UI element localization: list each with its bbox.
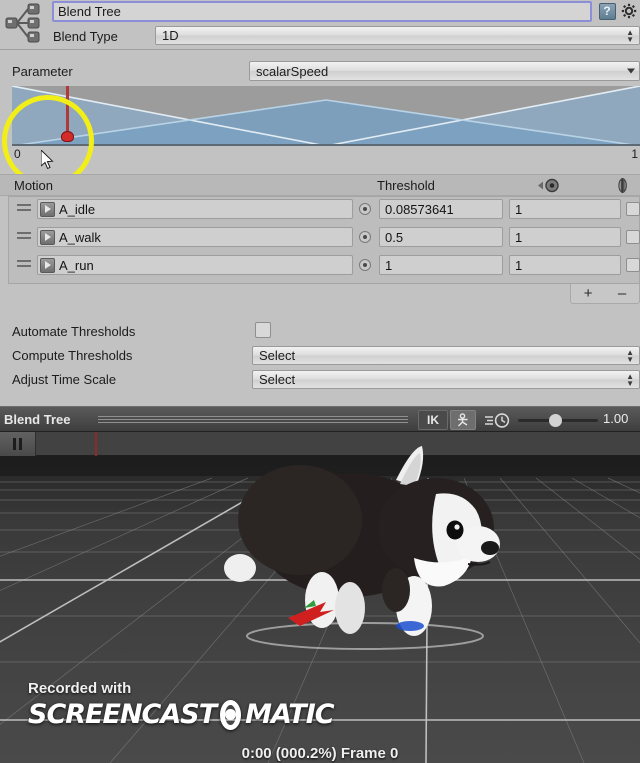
- preview-toolbar: Blend Tree IK 1.00: [0, 406, 640, 432]
- graph-axis: 0 1: [12, 147, 640, 164]
- table-row[interactable]: A_idle 0.08573641 1: [9, 197, 640, 223]
- blend-tree-inspector: ? Blend Type 1D ▲▼ Parameter: [0, 0, 640, 406]
- playback-speed-icon: [484, 412, 512, 429]
- watermark-recorded-label: Recorded with: [28, 680, 132, 697]
- column-header-motion: Motion: [14, 178, 54, 193]
- unity-editor-window: ? Blend Type 1D ▲▼ Parameter: [0, 0, 640, 763]
- threshold-input[interactable]: 0.5: [379, 227, 503, 247]
- watermark-dot-icon: [220, 699, 242, 730]
- frame-status-text: 0:00 (000.2%) Frame 0: [241, 745, 399, 762]
- animation-clip-icon: [40, 257, 55, 273]
- blend-graph-curves: [12, 86, 640, 146]
- blend-type-dropdown[interactable]: 1D ▲ ▼: [155, 26, 640, 45]
- help-button[interactable]: ?: [598, 2, 616, 20]
- help-icon: ?: [598, 2, 616, 20]
- motion-field[interactable]: A_idle: [37, 199, 353, 219]
- column-header-threshold: Threshold: [377, 178, 435, 193]
- graph-playhead-handle[interactable]: [61, 131, 74, 142]
- ik-toggle-button[interactable]: IK: [418, 410, 448, 430]
- object-picker-icon[interactable]: [359, 231, 371, 243]
- adjust-time-scale-value: Select: [259, 372, 296, 387]
- threshold-input[interactable]: 0.08573641: [379, 199, 503, 219]
- toolbar-grip: [98, 416, 408, 425]
- compute-thresholds-dropdown[interactable]: Select ▲ ▼: [252, 346, 640, 365]
- mirror-icon: [615, 177, 633, 197]
- motion-field[interactable]: A_run: [37, 255, 353, 275]
- motion-name: A_walk: [59, 229, 101, 245]
- speed-input[interactable]: 1: [509, 227, 621, 247]
- drag-handle[interactable]: [17, 260, 31, 270]
- animated-character-model: [200, 440, 530, 650]
- chevron-down-icon: [627, 68, 635, 74]
- table-row[interactable]: A_run 1 1: [9, 253, 640, 279]
- avatar-icon[interactable]: [450, 410, 476, 430]
- asset-name-row: [52, 1, 592, 22]
- adjust-time-scale-dropdown[interactable]: Select ▲ ▼: [252, 370, 640, 389]
- drag-handle[interactable]: [17, 232, 31, 242]
- mirror-checkbox[interactable]: [626, 258, 640, 272]
- mouse-cursor-icon: [40, 148, 55, 170]
- blend-tree-icon: [4, 2, 44, 46]
- remove-motion-button[interactable]: –: [618, 286, 626, 301]
- settings-button[interactable]: [620, 2, 638, 20]
- motion-name: A_run: [59, 257, 94, 273]
- animation-clip-icon: [40, 229, 55, 245]
- speed-input[interactable]: 1: [509, 199, 621, 219]
- watermark-brand-right: MATIC: [245, 699, 334, 730]
- divider: [0, 49, 640, 50]
- automate-thresholds-label: Automate Thresholds: [12, 324, 136, 339]
- mirror-checkbox[interactable]: [626, 230, 640, 244]
- parameter-label: Parameter: [12, 64, 73, 79]
- threshold-input[interactable]: 1: [379, 255, 503, 275]
- motion-table-header: Motion Threshold: [0, 174, 640, 196]
- updown-arrows-icon: ▲ ▼: [626, 347, 634, 364]
- drag-handle[interactable]: [17, 204, 31, 214]
- mirror-checkbox[interactable]: [626, 202, 640, 216]
- blend-type-label: Blend Type: [53, 29, 118, 44]
- playback-speed-value: 1.00: [603, 411, 629, 426]
- compute-thresholds-label: Compute Thresholds: [12, 348, 133, 363]
- blend-type-value: 1D: [162, 28, 179, 43]
- adjust-time-scale-label: Adjust Time Scale: [12, 372, 117, 387]
- parameter-dropdown[interactable]: scalarSpeed: [249, 61, 640, 81]
- animation-clip-icon: [40, 201, 55, 217]
- gear-icon: [621, 3, 637, 19]
- preview-title: Blend Tree: [4, 412, 71, 427]
- object-picker-icon[interactable]: [359, 203, 371, 215]
- add-motion-button[interactable]: +: [584, 286, 593, 301]
- updown-arrows-icon: ▲ ▼: [626, 371, 634, 388]
- playback-speed-handle[interactable]: [549, 414, 562, 427]
- timeline-playhead[interactable]: [95, 432, 97, 456]
- axis-max-label: 1: [631, 147, 638, 161]
- table-row[interactable]: A_walk 0.5 1: [9, 225, 640, 251]
- motion-name: A_idle: [59, 201, 96, 217]
- parameter-value: scalarSpeed: [256, 63, 329, 79]
- motion-table-body: A_idle 0.08573641 1 A_walk 0.5 1 A_run 1…: [8, 196, 640, 284]
- pause-button[interactable]: [0, 432, 36, 456]
- automate-thresholds-checkbox[interactable]: [255, 322, 271, 338]
- asset-name-input[interactable]: [52, 1, 592, 22]
- motion-field[interactable]: A_walk: [37, 227, 353, 247]
- list-add-remove-controls: + –: [570, 284, 640, 304]
- watermark-brand-left: SCREENCAST: [28, 699, 217, 730]
- time-icon: [538, 177, 562, 197]
- watermark-logo: SCREENCAST MATIC: [28, 699, 335, 730]
- axis-min-label: 0: [14, 147, 21, 161]
- animation-preview-panel: Blend Tree IK 1.00 Recorded with SCREENC…: [0, 406, 640, 763]
- object-picker-icon[interactable]: [359, 259, 371, 271]
- speed-input[interactable]: 1: [509, 255, 621, 275]
- screencast-watermark: Recorded with SCREENCAST MATIC: [28, 680, 335, 740]
- compute-thresholds-value: Select: [259, 348, 296, 363]
- updown-arrows-icon: ▲ ▼: [626, 27, 634, 44]
- blend-graph[interactable]: [12, 86, 640, 146]
